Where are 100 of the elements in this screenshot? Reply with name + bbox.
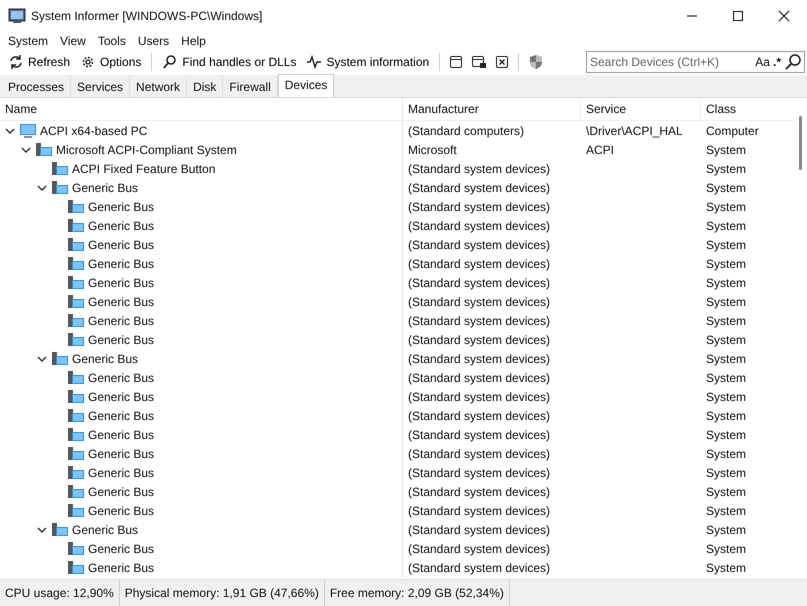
device-icon xyxy=(67,332,85,348)
computer-icon xyxy=(19,122,37,138)
device-name[interactable]: Generic Bus xyxy=(88,294,154,308)
shield-icon[interactable] xyxy=(528,54,544,70)
tab[interactable]: Services xyxy=(71,77,130,97)
table-cell-text: (Standard computers) xyxy=(407,122,526,140)
device-icon xyxy=(35,142,53,158)
table-cell-text: System xyxy=(705,294,748,310)
menu-item[interactable]: Users xyxy=(132,34,176,48)
device-name[interactable]: Generic Bus xyxy=(88,276,154,290)
table-cell-text: System xyxy=(705,426,748,444)
device-icon xyxy=(67,256,85,272)
table-cell-text: \Driver\ACPI_HAL xyxy=(585,122,684,140)
device-icon xyxy=(67,274,85,290)
status-text: CPU usage: 12,90% xyxy=(0,580,120,606)
pulse-icon xyxy=(306,54,322,70)
device-name[interactable]: Generic Bus xyxy=(88,466,154,480)
device-name[interactable]: Generic Bus xyxy=(88,408,154,422)
device-icon xyxy=(67,426,85,442)
table-cell-text: System xyxy=(705,522,748,538)
device-name[interactable]: Microsoft ACPI-Compliant System xyxy=(56,142,237,156)
table-cell-text: (Standard system devices) xyxy=(407,370,552,386)
status-text: Free memory: 2,09 GB (52,34%) xyxy=(324,580,510,606)
table-cell-text: System xyxy=(705,560,748,576)
tab[interactable]: Processes xyxy=(2,77,72,97)
device-name[interactable]: ACPI x64-based PC xyxy=(40,124,148,138)
device-name[interactable]: ACPI Fixed Feature Button xyxy=(72,162,216,176)
device-icon xyxy=(51,180,69,196)
device-name[interactable]: Generic Bus xyxy=(88,428,154,442)
device-icon xyxy=(51,160,69,176)
device-name[interactable]: Generic Bus xyxy=(72,352,138,366)
device-name[interactable]: Generic Bus xyxy=(88,238,154,252)
table-cell-text: (Standard system devices) xyxy=(407,560,552,576)
menu-item[interactable]: System xyxy=(2,34,54,48)
table-cell-text: System xyxy=(705,256,748,272)
device-name[interactable]: Generic Bus xyxy=(88,390,154,404)
toolbar-button[interactable]: Find handles or DLLs xyxy=(158,51,300,73)
toolbar-button[interactable]: Refresh xyxy=(4,51,74,73)
match-case-toggle[interactable]: Aa xyxy=(755,55,770,69)
device-name[interactable]: Generic Bus xyxy=(88,484,154,498)
column-header[interactable]: Manufacturer xyxy=(403,98,581,120)
close-window-icon[interactable] xyxy=(495,55,510,69)
search-field[interactable]: Search Devices (Ctrl+K) Aa .* xyxy=(586,51,805,73)
device-icon xyxy=(67,294,85,310)
device-name[interactable]: Generic Bus xyxy=(72,180,138,194)
search-icon[interactable] xyxy=(784,53,802,71)
table-cell-text: System xyxy=(705,312,748,330)
refresh-icon xyxy=(8,54,24,70)
device-name[interactable]: Generic Bus xyxy=(88,542,154,556)
tab[interactable]: Disk xyxy=(187,77,224,97)
device-icon xyxy=(67,464,85,480)
status-text: Physical memory: 1,91 GB (47,66%) xyxy=(120,580,325,606)
device-name[interactable]: Generic Bus xyxy=(88,332,154,346)
window-icon[interactable] xyxy=(449,55,464,69)
menu-item[interactable]: View xyxy=(54,34,92,48)
table-cell-text: (Standard system devices) xyxy=(407,218,552,234)
device-name[interactable]: Generic Bus xyxy=(88,504,154,518)
table-cell-text: (Standard system devices) xyxy=(407,256,552,272)
device-icon xyxy=(67,560,85,576)
table-cell-text: System xyxy=(705,408,748,424)
device-name[interactable]: Generic Bus xyxy=(88,314,154,328)
toolbar-button[interactable]: System information xyxy=(302,51,434,73)
menu-item[interactable]: Tools xyxy=(92,34,132,48)
table-cell-text: System xyxy=(705,540,748,558)
device-name[interactable]: Generic Bus xyxy=(88,256,154,270)
window-lock-icon[interactable] xyxy=(471,55,488,69)
table-cell-text: (Standard system devices) xyxy=(407,198,552,216)
table-cell-text: (Standard system devices) xyxy=(407,332,552,348)
device-name[interactable]: Generic Bus xyxy=(72,522,138,536)
column-header[interactable]: Class xyxy=(701,98,795,120)
table-cell-text: System xyxy=(705,180,748,196)
maximize-icon xyxy=(732,10,744,22)
table-cell-text: System xyxy=(705,388,748,406)
table-cell-text: System xyxy=(705,218,748,234)
tab[interactable]: Devices xyxy=(278,74,334,97)
column-header[interactable]: Name xyxy=(0,98,403,120)
table-cell-text: Microsoft xyxy=(407,142,458,158)
table-cell-text: System xyxy=(705,502,748,520)
window-title: System Informer [WINDOWS-PC\Windows] xyxy=(31,8,264,22)
table-cell-text: (Standard system devices) xyxy=(407,522,552,538)
table-cell-text: System xyxy=(705,370,748,386)
device-name[interactable]: Generic Bus xyxy=(88,218,154,232)
table-cell-text: (Standard system devices) xyxy=(407,484,552,500)
menu-item[interactable]: Help xyxy=(175,34,212,48)
tab[interactable]: Network xyxy=(130,77,188,97)
table-cell-text: System xyxy=(705,160,748,178)
column-header[interactable]: Service xyxy=(581,98,701,120)
toolbar-button[interactable]: Options xyxy=(76,51,146,73)
device-icon xyxy=(67,446,85,462)
table-cell-text: System xyxy=(705,484,748,500)
device-name[interactable]: Generic Bus xyxy=(88,370,154,384)
table-cell-text: (Standard system devices) xyxy=(407,446,552,462)
close-icon xyxy=(778,10,790,22)
scrollbar-thumb[interactable] xyxy=(799,116,802,170)
device-name[interactable]: Generic Bus xyxy=(88,560,154,574)
table-cell-text: (Standard system devices) xyxy=(407,426,552,444)
regex-toggle[interactable]: .* xyxy=(772,55,781,69)
device-name[interactable]: Generic Bus xyxy=(88,446,154,460)
device-name[interactable]: Generic Bus xyxy=(88,200,154,214)
table-cell-text: (Standard system devices) xyxy=(407,160,552,178)
